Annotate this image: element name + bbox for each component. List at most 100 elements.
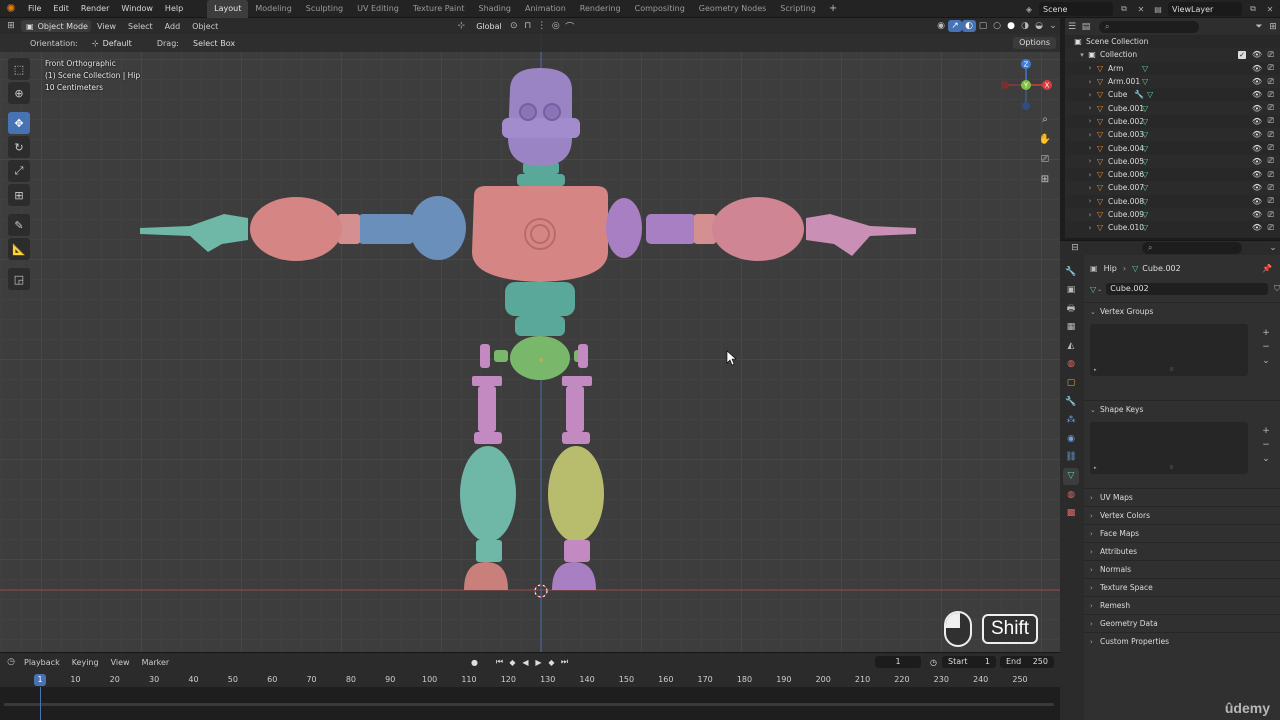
menu-marker[interactable]: Marker: [136, 658, 176, 667]
mesh-data-icon[interactable]: ▽: [1142, 144, 1148, 153]
mesh-browse-arrow-icon[interactable]: ⌄: [1097, 286, 1102, 293]
tab-animation[interactable]: Animation: [518, 0, 573, 18]
object-tab-icon[interactable]: ▢: [1063, 375, 1079, 392]
world-tab-icon[interactable]: ◍: [1063, 356, 1079, 373]
drag-dropdown[interactable]: Select Box: [188, 37, 240, 49]
remove-shape-key-icon[interactable]: −: [1260, 440, 1272, 454]
list-expand-icon[interactable]: ▸: [1094, 367, 1097, 373]
eye-icon[interactable]: 👁: [1252, 144, 1262, 153]
zoom-icon[interactable]: ⌕: [1036, 110, 1054, 128]
end-frame-field[interactable]: End 250: [1000, 656, 1054, 668]
camera-icon[interactable]: ⎚: [1268, 183, 1274, 193]
mesh-data-icon[interactable]: ▽: [1147, 90, 1153, 99]
outliner-object-row[interactable]: › ▽ Cube.001 ▽ 👁 ⎚: [1065, 101, 1280, 115]
xray-icon[interactable]: ▢: [976, 20, 990, 32]
outliner-object-row[interactable]: › ▽ Cube.009 ▽ 👁 ⎚: [1065, 207, 1280, 222]
camera-icon[interactable]: ⎚: [1268, 90, 1274, 100]
cursor-tool-icon[interactable]: ⊕: [8, 82, 30, 104]
eye-icon[interactable]: 👁: [1252, 210, 1262, 219]
camera-icon[interactable]: ⎚: [1268, 50, 1274, 60]
camera-icon[interactable]: ⎚: [1268, 196, 1274, 206]
outliner-object-row[interactable]: › ▽ Cube.003 ▽ 👁 ⎚: [1065, 128, 1280, 142]
mesh-data-icon[interactable]: ▽: [1142, 197, 1148, 206]
mesh-data-icon[interactable]: ▽: [1142, 210, 1148, 219]
current-frame-field[interactable]: 1: [875, 656, 921, 668]
shape-key-menu-icon[interactable]: ⌄: [1260, 454, 1272, 468]
next-keyframe-icon[interactable]: ◆: [545, 656, 558, 668]
camera-icon[interactable]: ⎚: [1268, 63, 1274, 73]
mesh-data-tab-icon[interactable]: ▽: [1063, 467, 1079, 485]
tab-texture-paint[interactable]: Texture Paint: [406, 0, 472, 18]
blender-logo-icon[interactable]: ✺: [0, 0, 22, 18]
expand-arrow-icon[interactable]: ›: [1085, 157, 1095, 165]
expand-arrow-icon[interactable]: ›: [1085, 224, 1095, 232]
modifiers-tab-icon[interactable]: 🔧: [1063, 393, 1079, 410]
eye-icon[interactable]: 👁: [1252, 197, 1262, 206]
eye-icon[interactable]: 👁: [1252, 170, 1262, 179]
play-icon[interactable]: ▶: [532, 656, 545, 668]
tab-uv-editing[interactable]: UV Editing: [350, 0, 406, 18]
camera-icon[interactable]: ⎚: [1268, 170, 1274, 180]
material-tab-icon[interactable]: ◍: [1063, 486, 1079, 503]
camera-icon[interactable]: ⎚: [1268, 103, 1274, 113]
pan-hand-icon[interactable]: ✋: [1036, 130, 1054, 148]
particles-tab-icon[interactable]: ⁂: [1063, 412, 1079, 429]
panel-collapsed[interactable]: › Attributes: [1084, 542, 1280, 560]
expand-arrow-icon[interactable]: ›: [1085, 78, 1095, 86]
menu-playback[interactable]: Playback: [18, 658, 66, 667]
view-layer-tab-icon[interactable]: ▦: [1063, 319, 1079, 336]
panel-collapsed[interactable]: › UV Maps: [1084, 488, 1280, 506]
timeline-body[interactable]: [0, 687, 1060, 720]
eye-icon[interactable]: 👁: [1252, 183, 1262, 192]
add-workspace-button[interactable]: +: [823, 3, 843, 14]
new-scene-icon[interactable]: ⧉: [1117, 2, 1131, 16]
mode-dropdown[interactable]: ▣ Object Mode: [21, 20, 91, 32]
panel-collapsed[interactable]: › Normals: [1084, 560, 1280, 578]
editor-type-icon[interactable]: ⊞: [4, 20, 18, 32]
snap-icon[interactable]: ⊓: [521, 20, 535, 32]
list-expand-icon[interactable]: ▸: [1094, 465, 1097, 471]
mesh-data-icon[interactable]: ▽: [1142, 223, 1148, 232]
proportional-edit-icon[interactable]: ◎: [549, 20, 563, 32]
mesh-data-icon[interactable]: ▽: [1142, 130, 1148, 139]
mesh-data-icon[interactable]: ▽: [1142, 157, 1148, 166]
expand-arrow-icon[interactable]: ›: [1085, 117, 1095, 125]
tab-scripting[interactable]: Scripting: [773, 0, 823, 18]
solid-shading-icon[interactable]: ●: [1004, 20, 1018, 32]
view-layer-browse-icon[interactable]: ▤: [1151, 2, 1165, 16]
mesh-data-icon[interactable]: ▽: [1142, 170, 1148, 179]
menu-select[interactable]: Select: [122, 22, 159, 31]
filter-icon[interactable]: ⏷: [1252, 21, 1266, 33]
annotate-tool-icon[interactable]: ✎: [8, 214, 30, 236]
timeline-editor-type-icon[interactable]: ◷: [4, 656, 18, 668]
constraints-tab-icon[interactable]: ⛓: [1063, 449, 1079, 466]
list-resize-grip-icon[interactable]: ⦙⦙⦙: [1170, 465, 1173, 471]
current-frame-marker[interactable]: 1: [34, 674, 46, 686]
outliner-object-row[interactable]: › ▽ Arm ▽ 👁 ⎚: [1065, 62, 1280, 75]
expand-arrow-icon[interactable]: ›: [1085, 171, 1095, 179]
new-view-layer-icon[interactable]: ⧉: [1246, 2, 1260, 16]
falloff-icon[interactable]: ⌒: [563, 20, 577, 33]
physics-tab-icon[interactable]: ◉: [1063, 430, 1079, 447]
orientation-dropdown[interactable]: ⊹ Default: [87, 37, 151, 49]
menu-object[interactable]: Object: [186, 22, 224, 31]
outliner-editor-type-icon[interactable]: ☰: [1065, 21, 1079, 33]
menu-help[interactable]: Help: [159, 0, 189, 18]
eye-icon[interactable]: 👁: [1252, 50, 1262, 59]
panel-collapsed[interactable]: › Remesh: [1084, 596, 1280, 614]
menu-keying[interactable]: Keying: [66, 658, 105, 667]
scene-tab-icon[interactable]: ◭: [1063, 337, 1079, 354]
panel-collapsed[interactable]: › Geometry Data: [1084, 614, 1280, 632]
expand-arrow-icon[interactable]: ›: [1085, 144, 1095, 152]
camera-icon[interactable]: ⎚: [1268, 143, 1274, 153]
camera-icon[interactable]: ⎚: [1268, 130, 1274, 140]
menu-view[interactable]: View: [91, 22, 122, 31]
mesh-data-icon[interactable]: ▽: [1142, 183, 1148, 192]
remove-vertex-group-icon[interactable]: −: [1260, 342, 1272, 356]
eye-icon[interactable]: 👁: [1252, 223, 1262, 232]
select-box-tool-icon[interactable]: ⬚: [8, 58, 30, 80]
playhead-line[interactable]: [40, 687, 41, 720]
camera-icon[interactable]: ⎚: [1268, 156, 1274, 166]
list-resize-grip-icon[interactable]: ⦙⦙⦙: [1170, 367, 1173, 373]
add-vertex-group-icon[interactable]: +: [1260, 328, 1272, 342]
